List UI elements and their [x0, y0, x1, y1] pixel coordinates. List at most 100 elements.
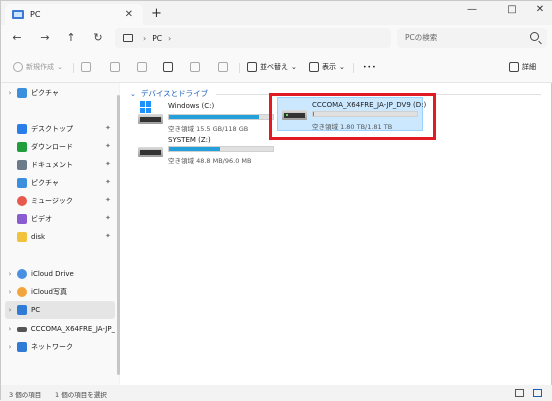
- view-label: 表示: [322, 63, 336, 71]
- navigation-pane: › ピクチャ デスクトップ ✦ ダウンロード ✦ ドキュメント ✦ ピクチャ ✦: [1, 83, 119, 385]
- sidebar-item-network[interactable]: › ネットワーク: [5, 338, 115, 356]
- drive-name: SYSTEM (Z:): [168, 136, 211, 144]
- drive-name: Windows (C:): [168, 102, 215, 110]
- details-button[interactable]: 詳細: [509, 61, 536, 73]
- paste-button[interactable]: [137, 61, 150, 73]
- delete-button[interactable]: [218, 61, 231, 73]
- more-options-button[interactable]: •••: [363, 61, 377, 73]
- sidebar-item-icloud-drive[interactable]: › iCloud Drive: [5, 265, 115, 283]
- maximize-button[interactable]: □: [497, 4, 527, 18]
- sidebar-item-label: ビデオ: [31, 215, 52, 223]
- chevron-right-icon[interactable]: ›: [5, 288, 15, 296]
- view-button[interactable]: 表示 ⌄: [309, 61, 345, 73]
- chevron-right-icon[interactable]: ›: [143, 34, 146, 43]
- drive-usage-fill: [169, 115, 260, 119]
- close-tab-icon[interactable]: ✕: [125, 9, 133, 20]
- sidebar-item-label: CCCOMA_X64FRE_JA-JP_DV: [30, 325, 115, 333]
- sidebar-item-documents[interactable]: ドキュメント ✦: [5, 156, 115, 174]
- sidebar-item-pictures-top[interactable]: › ピクチャ: [5, 84, 115, 102]
- sidebar-item-label: ミュージック: [31, 197, 73, 205]
- monitor-icon: [123, 34, 133, 42]
- drive-item[interactable]: SYSTEM (Z:) 空き領域 48.8 MB/96.0 MB: [138, 135, 278, 167]
- breadcrumb-pc[interactable]: PC: [152, 34, 162, 43]
- network-icon: [17, 342, 27, 352]
- hard-drive-icon: [138, 147, 163, 157]
- view-icon: [309, 62, 319, 72]
- chevron-right-icon[interactable]: ›: [5, 270, 15, 278]
- up-arrow-icon[interactable]: ↑: [63, 30, 79, 46]
- folder-icon: [17, 232, 27, 242]
- document-icon: [17, 160, 27, 170]
- forward-arrow-icon[interactable]: →: [37, 30, 53, 46]
- drive-item[interactable]: Windows (C:) 空き領域 15.5 GB/118 GB: [138, 101, 278, 133]
- close-window-button[interactable]: ✕: [525, 4, 552, 18]
- back-arrow-icon[interactable]: ←: [9, 30, 25, 46]
- pin-icon: ✦: [105, 124, 111, 132]
- sidebar-item-label: ドキュメント: [31, 161, 73, 169]
- sidebar-item-label: デスクトップ: [31, 125, 73, 133]
- share-button[interactable]: [190, 61, 203, 73]
- plus-icon: [13, 62, 23, 72]
- chevron-down-icon[interactable]: ⌄: [130, 90, 136, 98]
- sidebar-item-label: disk: [31, 233, 46, 241]
- copy-button[interactable]: [110, 61, 123, 73]
- paste-icon: [137, 62, 147, 72]
- sidebar-item-icloud-photos[interactable]: › iCloud写真: [5, 283, 115, 301]
- sidebar-item-label: iCloud Drive: [31, 270, 74, 278]
- sidebar-item-videos[interactable]: ビデオ ✦: [5, 210, 115, 228]
- title-bar: PC ✕ + — □ ✕: [1, 1, 552, 25]
- new-button[interactable]: 新規作成 ⌄: [13, 61, 63, 73]
- icloud-drive-icon: [17, 269, 27, 279]
- rename-icon: [163, 62, 173, 72]
- rename-button[interactable]: [163, 61, 176, 73]
- sidebar-item-drive[interactable]: › CCCOMA_X64FRE_JA-JP_DV: [5, 320, 115, 338]
- drive-free-space: 空き領域 15.5 GB/118 GB: [168, 125, 249, 133]
- chevron-right-icon[interactable]: ›: [5, 306, 15, 314]
- tiles-view-icon[interactable]: [533, 389, 542, 397]
- drive-usage-fill: [169, 147, 220, 151]
- sidebar-item-label: ネットワーク: [31, 343, 73, 351]
- group-header-label: デバイスとドライブ: [140, 89, 209, 98]
- minimize-button[interactable]: —: [457, 4, 487, 18]
- sidebar-item-desktop[interactable]: デスクトップ ✦: [5, 120, 115, 138]
- refresh-icon[interactable]: ↻: [90, 30, 106, 46]
- details-view-icon[interactable]: [515, 389, 524, 397]
- pc-icon: [12, 10, 24, 19]
- highlight-annotation: [269, 93, 436, 140]
- separator: [353, 63, 354, 73]
- chevron-down-icon: ⌄: [291, 63, 297, 71]
- drive-icon: [16, 326, 27, 332]
- address-bar[interactable]: › PC ›: [115, 28, 391, 48]
- sidebar-item-disk[interactable]: disk ✦: [5, 228, 115, 246]
- group-header-devices[interactable]: ⌄ デバイスとドライブ: [130, 88, 208, 99]
- selected-count: 1 個の項目を選択: [55, 391, 107, 399]
- pin-icon: ✦: [105, 232, 111, 240]
- sidebar-item-pc[interactable]: › PC: [5, 301, 115, 319]
- pc-icon: [17, 305, 27, 315]
- desktop-icon: [17, 124, 27, 134]
- tab-pc[interactable]: PC ✕: [5, 4, 143, 25]
- details-label: 詳細: [522, 63, 536, 71]
- sidebar-item-pictures[interactable]: ピクチャ ✦: [5, 174, 115, 192]
- cut-button[interactable]: [81, 61, 94, 73]
- tab-label: PC: [30, 10, 41, 19]
- sidebar-item-label: ダウンロード: [31, 143, 73, 151]
- hard-drive-icon: [138, 114, 163, 124]
- new-tab-button[interactable]: +: [151, 6, 162, 21]
- sidebar-item-music[interactable]: ミュージック ✦: [5, 192, 115, 210]
- chevron-right-icon[interactable]: ›: [5, 89, 15, 97]
- sidebar-item-downloads[interactable]: ダウンロード ✦: [5, 138, 115, 156]
- drive-usage-bar: [168, 114, 274, 120]
- chevron-right-icon[interactable]: ›: [168, 34, 171, 43]
- chevron-right-icon[interactable]: ›: [5, 325, 15, 333]
- picture-icon: [17, 178, 27, 188]
- sort-button[interactable]: 並べ替え ⌄: [247, 61, 297, 73]
- pin-icon: ✦: [105, 214, 111, 222]
- search-input[interactable]: PCの検索: [397, 28, 547, 48]
- chevron-right-icon[interactable]: ›: [5, 343, 15, 351]
- picture-icon: [17, 88, 27, 98]
- pin-icon: ✦: [105, 178, 111, 186]
- navigation-bar: ← → ↑ ↻ › PC › PCの検索: [1, 25, 552, 51]
- sidebar-item-label: iCloud写真: [31, 288, 67, 296]
- chevron-down-icon: ⌄: [57, 63, 63, 71]
